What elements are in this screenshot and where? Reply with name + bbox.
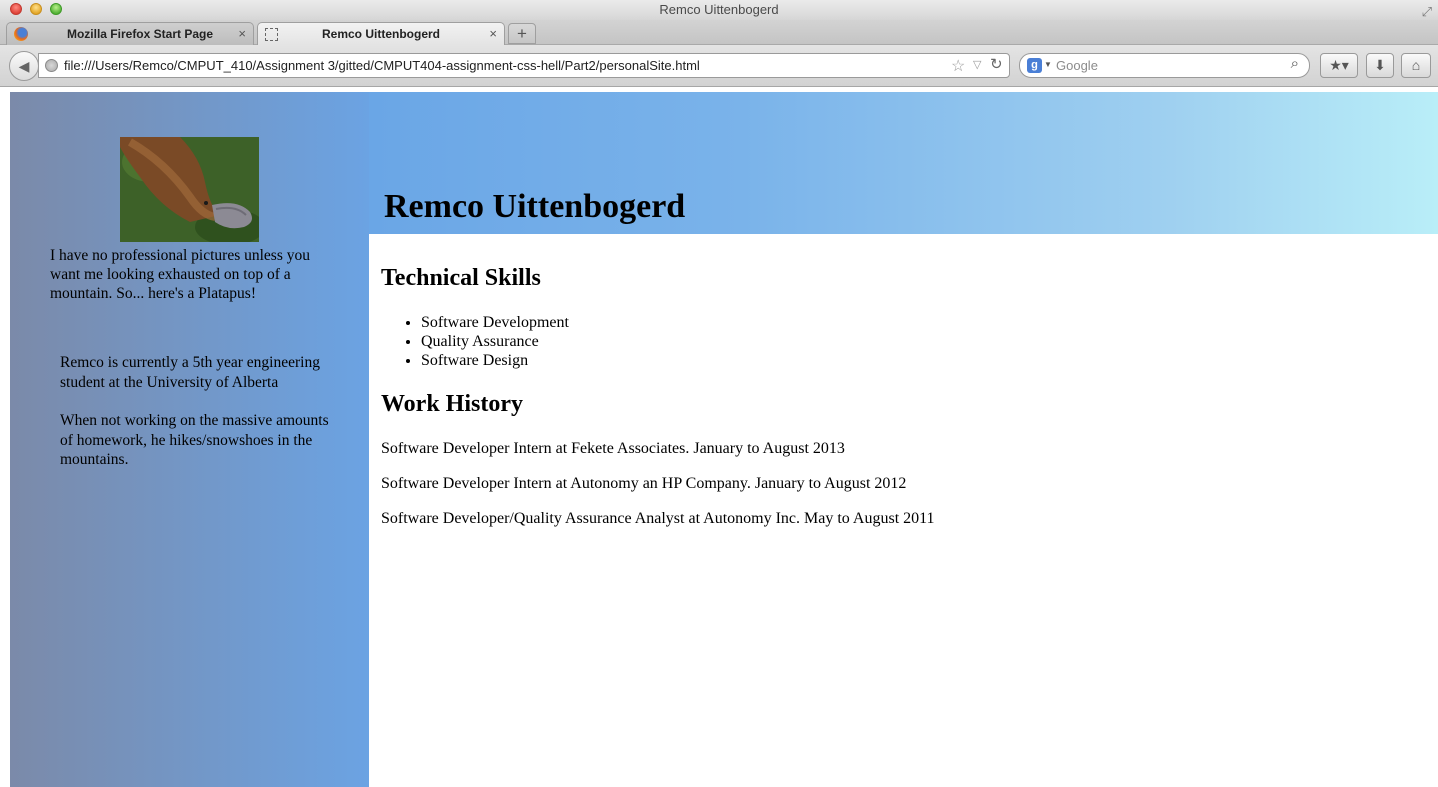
page-left-margin [0,87,8,787]
close-window-button[interactable] [10,3,22,15]
search-input[interactable]: g ▼ Google ⌕ [1019,53,1310,78]
magnifier-icon[interactable]: ⌕ [1291,55,1299,72]
photo-caption: I have no professional pictures unless y… [50,247,310,302]
tab-strip: Mozilla Firefox Start Page × Remco Uitte… [0,20,1438,45]
history-dropdown-icon[interactable]: ▽ [973,58,981,71]
bio: Remco is currently a 5th year engineerin… [60,353,335,489]
bookmarks-button[interactable]: ★▾ [1320,53,1358,78]
skills-list: Software Development Quality Assurance S… [421,313,569,370]
skills-heading: Technical Skills [381,265,541,291]
minimize-window-button[interactable] [30,3,42,15]
window-title: Remco Uittenbogerd [659,2,779,17]
page-title: Remco Uittenbogerd [384,188,686,225]
zoom-window-button[interactable] [50,3,62,15]
tab-close-icon[interactable]: × [489,23,497,45]
globe-icon [45,59,58,72]
work-history-item: Software Developer Intern at Fekete Asso… [381,440,845,457]
url-text[interactable]: file:///Users/Remco/CMPUT_410/Assignment… [64,54,700,77]
google-search-engine-icon[interactable]: g [1027,58,1042,73]
fullscreen-icon[interactable]: ⤢ [1422,2,1432,21]
bookmark-star-icon[interactable]: ☆ [951,56,965,76]
list-item: Software Design [421,351,569,370]
work-history-heading: Work History [381,391,523,417]
tab-firefox-start-page[interactable]: Mozilla Firefox Start Page × [6,22,254,45]
tab-label: Mozilla Firefox Start Page [66,27,214,41]
tab-label: Remco Uittenbogerd [321,27,440,41]
platypus-photo [120,137,259,242]
window-titlebar: Remco Uittenbogerd ⤢ [0,0,1438,20]
search-engine-dropdown-icon[interactable]: ▼ [1044,60,1052,69]
navigation-toolbar: file:///Users/Remco/CMPUT_410/Assignment… [0,45,1438,87]
web-page: I have no professional pictures unless y… [8,92,1438,787]
list-item: Software Development [421,313,569,332]
bio-paragraph: Remco is currently a 5th year engineerin… [60,354,320,391]
work-history-item: Software Developer/Quality Assurance Ana… [381,510,935,527]
list-item: Quality Assurance [421,332,569,351]
tab-remco-uittenbogerd[interactable]: Remco Uittenbogerd × [257,22,505,45]
tab-close-icon[interactable]: × [238,23,246,45]
url-bar[interactable]: file:///Users/Remco/CMPUT_410/Assignment… [38,53,1010,78]
home-button[interactable]: ⌂ [1401,53,1431,78]
bio-paragraph: When not working on the massive amounts … [60,412,329,468]
work-history-item: Software Developer Intern at Autonomy an… [381,475,907,492]
download-button[interactable]: ⬇ [1366,53,1394,78]
search-placeholder: Google [1056,58,1098,73]
new-tab-button[interactable]: + [508,23,536,44]
reload-icon[interactable]: ↻ [990,55,1003,73]
back-button[interactable]: ◀ [9,51,39,81]
